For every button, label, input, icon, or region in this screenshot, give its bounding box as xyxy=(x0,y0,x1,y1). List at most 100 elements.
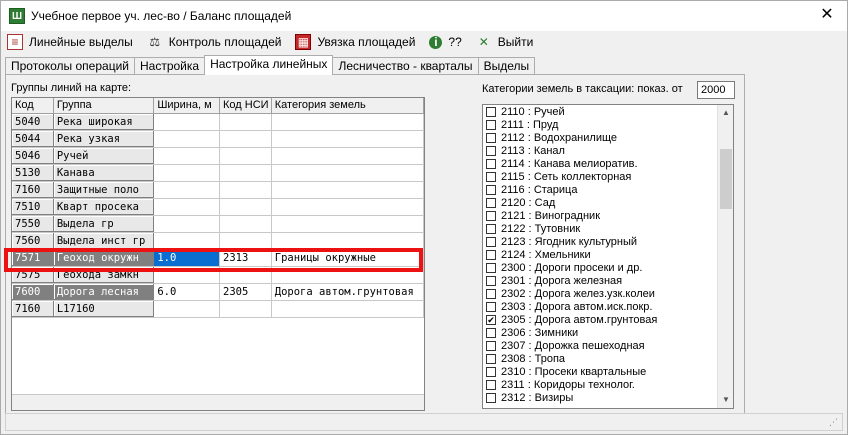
cell-nsi-code[interactable] xyxy=(220,233,272,249)
cell-category[interactable] xyxy=(272,148,424,164)
cell-category[interactable] xyxy=(272,165,424,181)
checkbox[interactable] xyxy=(486,119,496,130)
category-item[interactable]: 2113 : Канал xyxy=(483,144,733,157)
checkbox[interactable] xyxy=(486,184,496,195)
cell-width[interactable] xyxy=(154,216,220,232)
tab-operation-logs[interactable]: Протоколы операций xyxy=(5,57,135,75)
cell-code[interactable]: 5044 xyxy=(12,131,54,147)
category-item[interactable]: 2122 : Тутовник xyxy=(483,222,733,235)
scroll-down-icon[interactable]: ▼ xyxy=(718,392,733,408)
checkbox[interactable] xyxy=(486,327,496,338)
checkbox[interactable] xyxy=(486,171,496,182)
cell-group[interactable]: Река широкая xyxy=(53,114,155,130)
category-item[interactable]: 2301 : Дорога железная xyxy=(483,274,733,287)
grid-hscroll[interactable] xyxy=(12,394,424,410)
checkbox[interactable] xyxy=(486,379,496,390)
cell-code[interactable]: 7600 xyxy=(12,284,54,300)
table-row[interactable]: 7550 Выдела гр xyxy=(12,216,424,233)
table-row[interactable]: 7571 Геоход окружн 1.0 2313 Границы окружные xyxy=(12,250,424,267)
checkbox[interactable] xyxy=(486,223,496,234)
table-row[interactable]: 7160 L17160 xyxy=(12,301,424,318)
linear-plots-button[interactable]: ≡ Линейные выделы xyxy=(7,34,133,50)
tab-settings[interactable]: Настройка xyxy=(133,57,206,75)
category-item[interactable]: 2115 : Сеть коллекторная xyxy=(483,170,733,183)
close-icon[interactable]: ✕ xyxy=(819,7,835,23)
cell-category[interactable] xyxy=(272,301,424,317)
exit-button[interactable]: ✕ Выйти xyxy=(476,34,534,50)
cell-code[interactable]: 7510 xyxy=(12,199,54,215)
cell-code[interactable]: 7550 xyxy=(12,216,54,232)
table-row[interactable]: 7560 Выдела инст гр xyxy=(12,233,424,250)
cell-category[interactable] xyxy=(272,114,424,130)
cell-code[interactable]: 5130 xyxy=(12,165,54,181)
table-row[interactable]: 5046 Ручей xyxy=(12,148,424,165)
cell-width[interactable] xyxy=(154,199,220,215)
cell-nsi-code[interactable] xyxy=(220,165,272,181)
categories-scrollbar[interactable]: ▲ ▼ xyxy=(717,105,733,408)
checkbox[interactable] xyxy=(486,210,496,221)
scroll-thumb[interactable] xyxy=(720,149,732,209)
table-row[interactable]: 7160 Защитные поло xyxy=(12,182,424,199)
cell-category[interactable]: Границы окружные xyxy=(272,250,424,266)
cell-category[interactable] xyxy=(272,182,424,198)
checkbox[interactable] xyxy=(486,197,496,208)
cell-code[interactable]: 7160 xyxy=(12,182,54,198)
cell-width[interactable] xyxy=(154,165,220,181)
tab-forestry-quarters[interactable]: Лесничество - кварталы xyxy=(332,57,479,75)
cell-category[interactable]: Дорога автом.грунтовая xyxy=(272,284,424,300)
cell-group[interactable]: Геохода замкн xyxy=(53,267,155,283)
category-item[interactable]: 2303 : Дорога автом.иск.покр. xyxy=(483,300,733,313)
cell-group[interactable]: Защитные поло xyxy=(53,182,155,198)
category-item[interactable]: 2114 : Канава мелиоратив. xyxy=(483,157,733,170)
category-item[interactable]: 2120 : Сад xyxy=(483,196,733,209)
table-row[interactable]: 5044 Река узкая xyxy=(12,131,424,148)
cell-code[interactable]: 5046 xyxy=(12,148,54,164)
category-item[interactable]: 2312 : Визиры xyxy=(483,391,733,404)
scroll-up-icon[interactable]: ▲ xyxy=(718,105,733,121)
cell-category[interactable] xyxy=(272,267,424,283)
cell-width[interactable] xyxy=(154,233,220,249)
cell-group[interactable]: Канава xyxy=(53,165,155,181)
cell-code[interactable]: 7575 xyxy=(12,267,54,283)
cell-nsi-code[interactable] xyxy=(220,131,272,147)
table-row[interactable]: 7510 Кварт просека xyxy=(12,199,424,216)
cell-code[interactable]: 7571 xyxy=(12,250,54,266)
cell-width[interactable]: 6.0 xyxy=(154,284,220,300)
cell-width[interactable] xyxy=(154,148,220,164)
checkbox[interactable] xyxy=(486,145,496,156)
category-item[interactable]: 2110 : Ручей xyxy=(483,105,733,118)
table-row[interactable]: 7600 Дорога лесная 6.0 2305 Дорога автом.гру… xyxy=(12,284,424,301)
checkbox[interactable] xyxy=(486,158,496,169)
category-item[interactable]: 2111 : Пруд xyxy=(483,118,733,131)
category-item[interactable]: 2121 : Виноградник xyxy=(483,209,733,222)
column-header-width[interactable]: Ширина, м xyxy=(154,98,220,113)
category-item[interactable]: 2302 : Дорога желез.узк.колеи xyxy=(483,287,733,300)
column-header-code[interactable]: Код xyxy=(12,98,54,113)
cell-nsi-code[interactable] xyxy=(220,148,272,164)
categories-from-input[interactable]: 2000 xyxy=(697,81,735,99)
category-item[interactable]: 2311 : Коридоры технолог. xyxy=(483,378,733,391)
checkbox[interactable] xyxy=(486,106,496,117)
checkbox[interactable] xyxy=(486,340,496,351)
cell-width[interactable] xyxy=(154,114,220,130)
category-item[interactable]: 2112 : Водохранилище xyxy=(483,131,733,144)
checkbox[interactable] xyxy=(486,275,496,286)
category-item[interactable]: 2124 : Хмельники xyxy=(483,248,733,261)
column-header-nsi-code[interactable]: Код НСИ xyxy=(220,98,272,113)
cell-code[interactable]: 7160 xyxy=(12,301,54,317)
checkbox[interactable] xyxy=(486,392,496,403)
cell-group[interactable]: Выдела инст гр xyxy=(53,233,155,249)
cell-group[interactable]: Дорога лесная xyxy=(53,284,155,300)
checkbox[interactable] xyxy=(486,249,496,260)
cell-group[interactable]: L17160 xyxy=(53,301,155,317)
checkbox[interactable] xyxy=(486,353,496,364)
table-row[interactable]: 7575 Геохода замкн xyxy=(12,267,424,284)
cell-group[interactable]: Кварт просека xyxy=(53,199,155,215)
cell-nsi-code[interactable]: 2305 xyxy=(220,284,272,300)
area-control-button[interactable]: ⚖ Контроль площадей xyxy=(147,34,281,50)
checkbox[interactable]: ✔ xyxy=(486,314,496,325)
cell-nsi-code[interactable] xyxy=(220,216,272,232)
cell-width[interactable]: 1.0 xyxy=(154,250,220,266)
category-item[interactable]: ✔ 2305 : Дорога автом.грунтовая xyxy=(483,313,733,326)
checkbox[interactable] xyxy=(486,262,496,273)
